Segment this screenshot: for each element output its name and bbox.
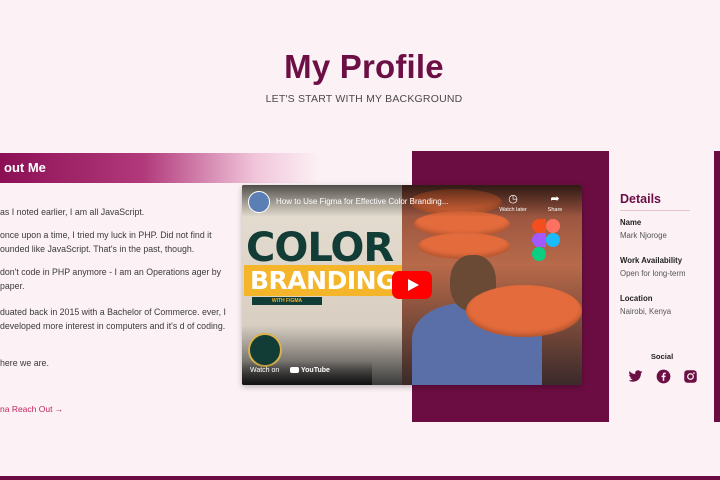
- facebook-icon[interactable]: [656, 369, 671, 384]
- detail-label-name: Name: [620, 218, 642, 227]
- figma-logo: [532, 219, 564, 273]
- share-button[interactable]: ➦ Share: [540, 193, 570, 213]
- detail-value-name: Mark Njoroge: [620, 231, 667, 240]
- play-button[interactable]: [392, 271, 432, 299]
- about-paragraph: here we are.: [0, 358, 49, 368]
- details-divider: [620, 210, 690, 211]
- share-label: Share: [547, 207, 563, 213]
- about-paragraph: don't code in PHP anymore - I am an Oper…: [0, 267, 222, 291]
- cushion-image: [466, 285, 582, 337]
- channel-avatar[interactable]: [248, 191, 270, 213]
- page-subtitle: LET'S START WITH MY BACKGROUND: [265, 93, 463, 105]
- about-paragraph: as I noted earlier, I am all JavaScript.: [0, 207, 145, 217]
- detail-value-location: Nairobi, Kenya: [620, 307, 672, 316]
- footer-divider: [0, 476, 720, 480]
- about-paragraph: once upon a time, I tried my luck in PHP…: [0, 230, 212, 254]
- page-title: My Profile: [284, 48, 444, 85]
- share-icon: ➦: [550, 193, 560, 205]
- instagram-icon[interactable]: [683, 369, 698, 384]
- detail-label-location: Location: [620, 294, 653, 303]
- detail-label-availability: Work Availability: [620, 256, 683, 265]
- twitter-icon[interactable]: [628, 369, 643, 384]
- video-title[interactable]: How to Use Figma for Effective Color Bra…: [276, 197, 486, 206]
- detail-value-availability: Open for long-term: [620, 269, 686, 278]
- social-title: Social: [650, 352, 674, 361]
- details-panel: Details: [620, 192, 710, 211]
- next-card-edge: [714, 151, 720, 422]
- youtube-video-embed[interactable]: COLOR BRANDING WITH FIGMA How to Use Fig…: [242, 185, 582, 385]
- youtube-logo[interactable]: YouTube: [290, 367, 330, 374]
- social-links: [628, 367, 698, 385]
- watch-on-label[interactable]: Watch on: [250, 367, 279, 374]
- about-me-heading: out Me: [0, 153, 320, 183]
- thumbnail-tagline: WITH FIGMA: [252, 297, 322, 305]
- details-title: Details: [620, 192, 661, 206]
- reach-out-link[interactable]: na Reach Out →: [0, 404, 63, 414]
- about-paragraph: duated back in 2015 with a Bachelor of C…: [0, 307, 226, 331]
- watch-later-button[interactable]: ◷ Watch later: [498, 193, 528, 213]
- thumbnail-headline: BRANDING: [244, 265, 403, 296]
- clock-icon: ◷: [508, 193, 518, 205]
- watch-later-label: Watch later: [499, 207, 527, 213]
